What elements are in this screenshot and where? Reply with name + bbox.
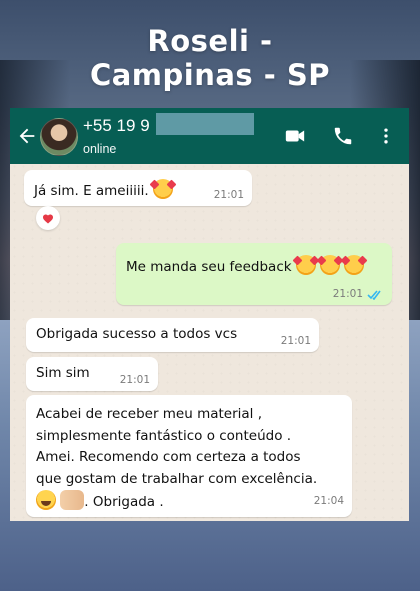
- arrow-left-icon[interactable]: [16, 125, 38, 147]
- more-vert-icon[interactable]: [376, 125, 396, 147]
- incoming-message[interactable]: Já sim. E ameiiiii. 21:01: [24, 170, 252, 206]
- message-time: 21:01: [213, 189, 244, 201]
- smiling-face-with-hearts-icon: [295, 255, 316, 275]
- chat-area: Já sim. E ameiiiii. 21:01 Me manda seu f…: [10, 164, 409, 521]
- grinning-face-icon: [36, 490, 56, 510]
- red-heart-icon: [43, 214, 53, 224]
- raising-hands-icon: [60, 490, 85, 510]
- video-call-icon[interactable]: [283, 125, 307, 147]
- outgoing-message[interactable]: Me manda seu feedback 21:01: [116, 243, 392, 305]
- message-time: 21:04: [313, 494, 344, 507]
- contact-status: online: [83, 142, 117, 156]
- chat-header: +55 19 9 online: [10, 108, 409, 164]
- message-line: simplesmente fantástico o conteúdo .: [36, 427, 292, 444]
- message-line: que gostam de trabalhar com excelência.: [36, 470, 318, 487]
- reaction-badge[interactable]: [36, 206, 60, 230]
- smiling-face-with-hearts-icon: [320, 255, 341, 275]
- incoming-message[interactable]: Obrigada sucesso a todos vcs 21:01: [26, 318, 319, 352]
- message-last-line: . Obrigada .: [36, 490, 342, 514]
- message-time: 21:01: [280, 335, 311, 347]
- message-time: 21:01: [119, 374, 150, 386]
- message-line: Amei. Recomendo com certeza a todos: [36, 449, 301, 465]
- smiling-face-with-hearts-icon: [344, 255, 365, 275]
- smiling-face-with-hearts-icon: [152, 179, 173, 199]
- message-text: Me manda seu feedback: [126, 259, 292, 275]
- headline-name: Roseli -: [147, 24, 273, 58]
- headline-location: Campinas - SP: [89, 58, 331, 92]
- message-text: Sim sim: [36, 365, 90, 381]
- redaction-block: [156, 113, 254, 135]
- whatsapp-screenshot: +55 19 9 online Já sim. E ameiiiii. 21:0…: [10, 108, 409, 521]
- testimonial-headline: Roseli - Campinas - SP: [0, 24, 420, 92]
- incoming-message[interactable]: Sim sim 21:01: [26, 357, 158, 391]
- message-time: 21:01: [332, 288, 363, 300]
- phone-icon[interactable]: [332, 125, 354, 147]
- incoming-message[interactable]: Acabei de receber meu material , simples…: [26, 395, 352, 517]
- message-text: Já sim. E ameiiiii.: [34, 183, 149, 199]
- double-check-icon: [367, 290, 381, 300]
- message-text: Obrigada sucesso a todos vcs: [36, 326, 238, 342]
- message-tail: . Obrigada .: [84, 494, 164, 510]
- avatar[interactable]: [40, 118, 78, 156]
- contact-number[interactable]: +55 19 9: [83, 116, 150, 136]
- message-line: Acabei de receber meu material ,: [36, 406, 263, 422]
